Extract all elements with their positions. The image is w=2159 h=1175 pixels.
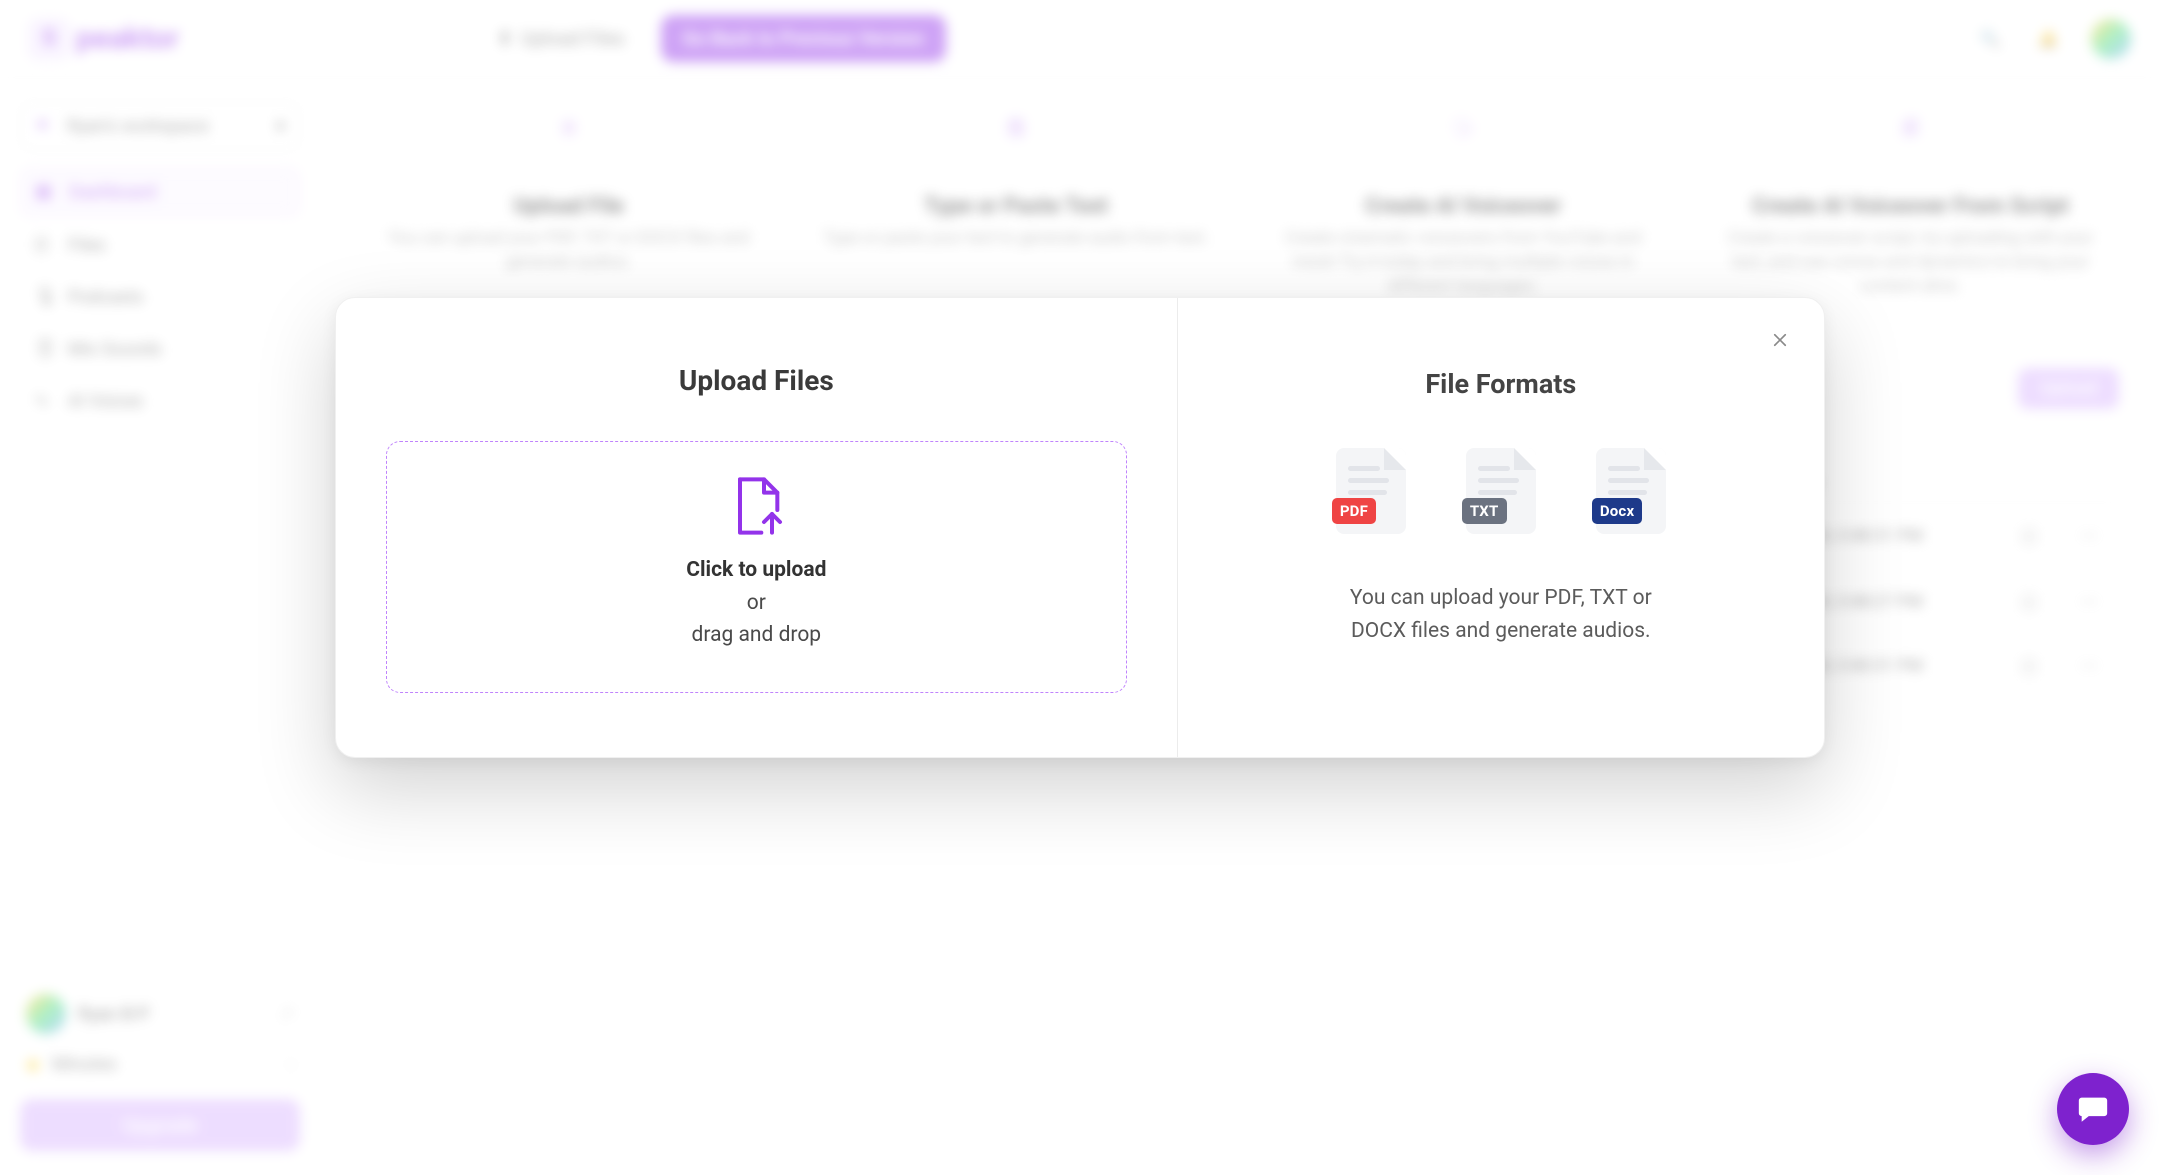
txt-file-icon: TXT <box>1466 448 1536 534</box>
modal-title: Upload Files <box>679 364 834 397</box>
close-button[interactable] <box>1764 324 1796 356</box>
modal-overlay[interactable]: Upload Files Click to upload or drag and… <box>0 0 2159 1175</box>
docx-badge: Docx <box>1592 498 1642 524</box>
or-label: or <box>407 587 1107 620</box>
modal-upload-panel: Upload Files Click to upload or drag and… <box>336 298 1178 757</box>
pdf-badge: PDF <box>1332 498 1376 524</box>
upload-dropzone[interactable]: Click to upload or drag and drop <box>386 441 1128 693</box>
file-upload-icon <box>723 474 789 538</box>
docx-file-icon: Docx <box>1596 448 1666 534</box>
txt-badge: TXT <box>1462 498 1507 524</box>
chat-icon <box>2076 1092 2110 1126</box>
file-format-icons: PDF TXT Docx <box>1226 448 1775 534</box>
click-to-upload-label: Click to upload <box>686 558 826 582</box>
modal-formats-panel: File Formats PDF TXT Docx You can upload… <box>1177 298 1823 757</box>
close-icon <box>1771 331 1789 349</box>
chat-fab[interactable] <box>2057 1073 2129 1145</box>
upload-files-modal: Upload Files Click to upload or drag and… <box>335 297 1825 758</box>
pdf-file-icon: PDF <box>1336 448 1406 534</box>
drag-and-drop-label: drag and drop <box>407 619 1107 652</box>
file-formats-title: File Formats <box>1226 368 1775 400</box>
file-formats-desc: You can upload your PDF, TXT or DOCX fil… <box>1321 582 1681 647</box>
